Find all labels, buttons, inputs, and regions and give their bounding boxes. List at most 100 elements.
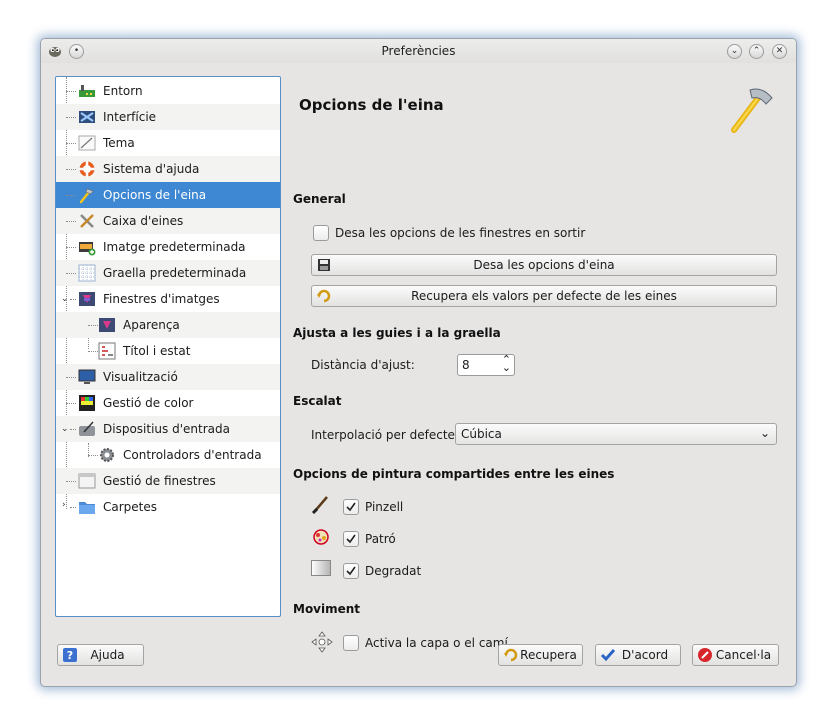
new-image-icon [79,242,96,256]
interpolation-select[interactable]: Cúbica ⌄ [455,423,777,445]
sidebar-item-label: Aparença [123,318,180,332]
window-title: Preferències [381,44,456,58]
sidebar-item-label: Sistema d'ajuda [103,162,200,176]
sidebar-item-gestio-finestres[interactable]: Gestió de finestres [56,468,280,494]
sidebar-item-opcions-eina[interactable]: Opcions de l'eina [56,182,280,208]
sidebar-item-aparenca[interactable]: Aparença [56,312,280,338]
sidebar-item-label: Gestió de finestres [103,474,216,488]
close-button[interactable]: ✕ [772,44,787,59]
move-heading: Moviment [293,602,361,616]
title-status-icon [98,342,116,360]
sidebar-item-interficie[interactable]: Interfície [56,104,280,130]
display-icon [78,369,96,384]
sidebar-item-label: Entorn [103,84,143,98]
reset-tool-defaults-button[interactable]: Recupera els valors per defecte de les e… [311,285,777,307]
sidebar-item-label: Títol i estat [123,344,191,358]
brush-label: Pinzell [365,500,404,514]
gradient-label: Degradat [365,564,422,578]
page-title: Opcions de l'eina [299,96,444,114]
snap-distance-label: Distància d'ajust: [311,358,415,372]
lifebuoy-icon [79,161,95,177]
sidebar-item-label: Imatge predeterminada [103,240,246,254]
save-icon [318,259,330,271]
scaling-heading: Escalat [293,394,342,408]
activate-layer-path-checkbox[interactable] [343,635,359,651]
preferences-tree[interactable]: Entorn Interfície Tema Sistema d'ajuda O… [55,76,281,617]
environment-icon [79,85,95,97]
interpolation-value: Cúbica [461,427,502,441]
hammer-icon [79,188,94,204]
sidebar-item-visualitzacio[interactable]: Visualització [56,364,280,390]
cancel-button[interactable]: Cancel·la [692,644,779,666]
brush-icon [311,496,328,514]
spinner-arrows-icon[interactable]: ⌃ ⌄ [502,354,511,373]
general-heading: General [293,192,346,206]
pattern-checkbox[interactable] [343,531,359,547]
ok-button[interactable]: D'acord [595,644,681,666]
snap-distance-spinner[interactable]: 8 ⌃ ⌄ [457,354,515,376]
sidebar-item-label: Graella predeterminada [103,266,247,280]
title-bar[interactable]: • Preferències ⌄ ⌃ ✕ [41,39,796,63]
sidebar-item-sistema-ajuda[interactable]: Sistema d'ajuda [56,156,280,182]
tablet-icon [79,421,95,436]
revert-icon [317,289,331,303]
hammer-large-icon [731,88,773,133]
paint-options-heading: Opcions de pintura compartides entre les… [293,467,615,481]
save-on-exit-checkbox[interactable] [313,225,329,241]
move-tool-icon [311,631,333,653]
save-tool-options-label: Desa les opcions d'eina [473,258,615,272]
sidebar-item-dispositius-entrada[interactable]: ⌄ Dispositius d'entrada [56,416,280,442]
sidebar-item-label: Gestió de color [103,396,194,410]
sidebar-item-controladors-entrada[interactable]: Controladors d'entrada [56,442,280,468]
gradient-checkbox[interactable] [343,563,359,579]
chevron-down-icon: ⌄ [759,426,770,440]
sidebar-item-label: Controladors d'entrada [123,448,262,462]
sidebar-item-label: Visualització [103,370,178,384]
tool-options-page: Opcions de l'eina General Desa les opcio… [291,76,784,653]
window-management-icon [78,473,96,489]
sidebar-item-tema[interactable]: Tema [56,130,280,156]
interface-icon [79,111,95,123]
sidebar-item-titol-estat[interactable]: Títol i estat [56,338,280,364]
expander-closed-icon[interactable]: › [62,500,66,510]
expander-open-icon[interactable]: ⌄ [61,294,69,304]
maximize-button[interactable]: ⌃ [749,44,764,59]
sidebar-item-entorn[interactable]: Entorn [56,78,280,104]
save-tool-options-button[interactable]: Desa les opcions d'eina [311,254,777,276]
toolbox-icon [80,214,94,228]
sidebar-item-finestres-imatges[interactable]: ⌄ Finestres d'imatges [56,286,280,312]
sidebar-item-carpetes[interactable]: › Carpetes [56,494,280,520]
checkmark-icon [600,649,616,662]
sidebar-item-label: Interfície [103,110,157,124]
theme-icon [78,135,96,151]
sidebar-item-gestio-color[interactable]: Gestió de color [56,390,280,416]
grid-icon [78,264,96,282]
ok-label: D'acord [621,648,669,662]
sidebar-item-caixa-eines[interactable]: Caixa d'eines [56,208,280,234]
expander-open-icon[interactable]: ⌄ [61,424,69,434]
help-button[interactable]: ? Ajuda [57,644,144,666]
sidebar-item-label: Finestres d'imatges [103,292,220,306]
minimize-button[interactable]: ⌄ [727,44,742,59]
svg-text:?: ? [67,649,73,662]
snap-distance-value: 8 [462,358,470,372]
cancel-icon [698,648,712,662]
help-label: Ajuda [90,648,125,662]
reset-button[interactable]: Recupera [498,644,583,666]
folder-icon [79,502,95,514]
preferences-window: • Preferències ⌄ ⌃ ✕ Entorn Interfície T… [40,38,797,687]
sidebar-item-label: Carpetes [103,500,158,514]
snap-heading: Ajusta a les guies i a la graella [293,326,501,340]
color-management-icon [79,395,95,411]
revert-icon [504,648,518,662]
image-window-icon [79,292,95,306]
brush-checkbox[interactable] [343,499,359,515]
pattern-icon [313,529,329,545]
sidebar-item-label: Dispositius d'entrada [103,422,230,436]
sidebar-item-imatge-predeterminada[interactable]: Imatge predeterminada [56,234,280,260]
sidebar-item-graella-predeterminada[interactable]: Graella predeterminada [56,260,280,286]
save-on-exit-label: Desa les opcions de les finestres en sor… [335,226,586,240]
activate-layer-path-label: Activa la capa o el camí [365,636,508,650]
appearance-icon [99,318,115,332]
sidebar-item-label: Opcions de l'eina [103,188,207,202]
